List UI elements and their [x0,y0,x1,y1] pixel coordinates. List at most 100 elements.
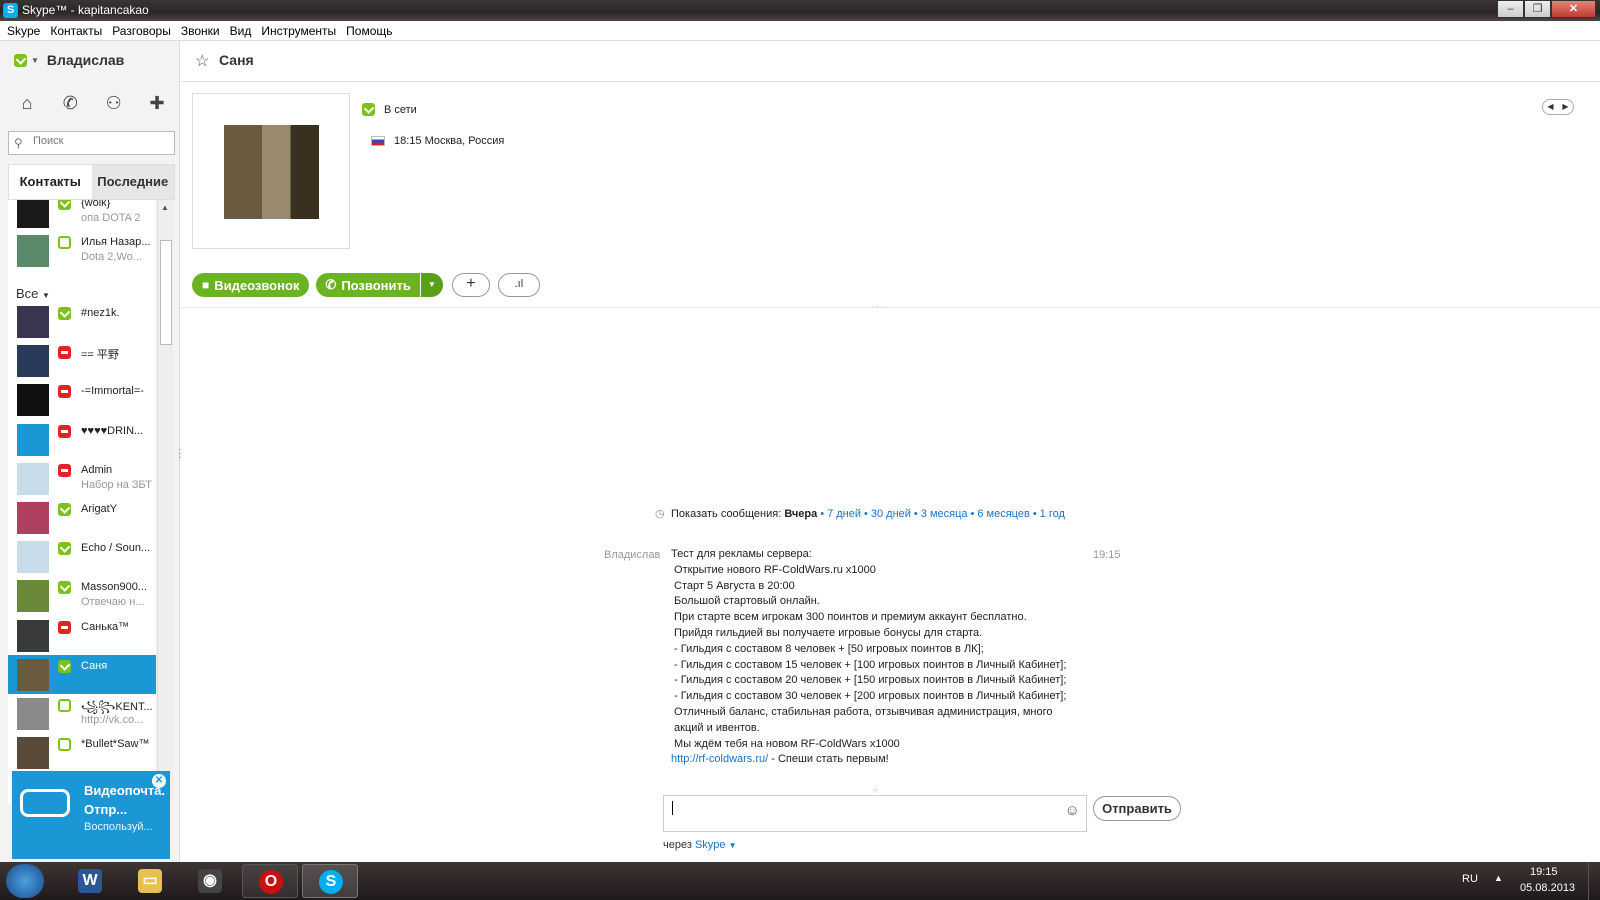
tab-contacts[interactable]: Контакты [9,165,92,199]
taskbar-skype[interactable]: S [302,864,358,898]
contact-name: Илья Назар... [81,236,151,248]
history-link-1-year[interactable]: 1 год [1040,508,1065,520]
taskbar-opera[interactable]: O [242,864,298,898]
message-time: 19:15 [1093,549,1121,561]
message-input[interactable]: ☺ [663,795,1087,832]
tab-recent[interactable]: Последние [91,165,174,199]
contact-row[interactable]: -=Immortal=- [8,380,156,419]
add-button[interactable]: + [451,273,490,297]
chevron-down-icon[interactable]: ▼ [729,841,737,850]
more-dots-icon[interactable]: ... [871,297,884,311]
video-camera-icon [20,789,70,817]
contact-avatar [17,619,49,652]
taskbar-explorer[interactable]: ▭ [122,864,178,898]
search-input[interactable] [33,135,168,147]
contact-row[interactable]: Masson900... Отвечаю н... [8,576,156,615]
contact-status-text: В сети [384,103,417,116]
contact-row[interactable]: Echo / Soun... [8,537,156,576]
emoticon-icon[interactable]: ☺ [1065,802,1080,819]
contact-row[interactable]: Санька™ [8,616,156,655]
contact-list-scrollbar[interactable]: ▲ ▼ [157,200,173,804]
contact-row[interactable]: Саня [8,654,156,694]
close-button[interactable]: ✕ [1551,0,1596,18]
scroll-up-arrow-icon[interactable]: ▲ [161,203,169,212]
my-profile[interactable]: ▼ Владислав [14,52,124,68]
online-status-icon [58,659,71,673]
via-skype-dropdown[interactable]: Skype [695,839,726,851]
history-link-30-days[interactable]: 30 дней [871,508,911,520]
contact-location-text: 18:15 Москва, Россия [394,135,505,147]
home-icon[interactable]: ⌂ [12,93,42,117]
menu-tools[interactable]: Инструменты [256,21,341,40]
menu-view[interactable]: Вид [225,21,257,40]
contact-name: ♥♥♥♥DRIN... [81,424,144,437]
message-link[interactable]: http://rf-coldwars.ru/ [671,753,768,765]
show-desktop-button[interactable] [1588,862,1600,900]
menu-help[interactable]: Помощь [341,21,397,40]
busy-status-icon [58,620,71,634]
history-link-3-months[interactable]: 3 месяца [921,508,968,520]
history-link-7-days[interactable]: 7 дней [827,508,861,520]
contact-row[interactable]: {wolk} опа DOTA 2 [8,200,156,231]
call-options-dropdown[interactable]: ▼ [420,273,443,297]
taskbar-steam[interactable]: ◉ [182,864,238,898]
contact-row[interactable]: == 平野 [8,341,156,380]
start-button[interactable] [6,864,44,898]
contact-row[interactable]: Илья Назар... Dota 2,Wo... [8,231,156,270]
add-contact-icon[interactable]: ✚ [142,93,172,117]
contact-row[interactable]: ♥♥♥♥DRIN... [8,420,156,459]
menu-calls[interactable]: Звонки [176,21,225,40]
language-indicator[interactable]: RU [1462,873,1478,885]
contact-name: Санька™ [81,620,130,633]
maximize-button[interactable]: ❐ [1524,0,1551,18]
clock-date[interactable]: 05.08.2013 [1520,882,1575,894]
online-status-icon[interactable] [14,53,27,67]
contact-status: В сети [362,103,417,116]
promo-title: Видеопочта. Отпр... [84,783,166,817]
quick-actions: ⌂ ✆ ⚇ ✚ [12,93,172,117]
menu-contacts[interactable]: Контакты [45,21,107,40]
history-link-6-months[interactable]: 6 месяцев [977,508,1029,520]
online-status-icon [58,307,71,320]
video-call-button[interactable]: ■ Видеозвонок [192,273,310,297]
clock-time[interactable]: 19:15 [1530,866,1558,878]
minimize-button[interactable]: – [1497,0,1524,18]
star-icon[interactable]: ☆ [195,51,209,71]
composer-resize-handle[interactable]: ○ [873,786,878,795]
arrow-left-icon[interactable]: ◀ [1543,100,1558,114]
contact-row[interactable]: *Bullet*Saw™ [8,733,156,772]
conversation-header: ☆ Саня [181,41,1600,82]
videomail-promo[interactable]: Видеопочта. Отпр... Воспользуй... ✕ [12,771,170,859]
taskbar-word[interactable]: W [62,864,118,898]
contact-mood: Отвечаю н... [81,596,145,609]
group-icon[interactable]: ⚇ [99,93,129,117]
contact-row[interactable]: ArigatY [8,498,156,537]
tray-arrow-icon[interactable]: ▲ [1494,873,1503,883]
message-body: Тест для рекламы сервера: Открытие новог… [671,547,1091,768]
contact-profile-picture[interactable] [192,93,350,249]
menu-conversations[interactable]: Разговоры [107,21,176,40]
text-cursor [672,801,673,815]
send-button[interactable]: Отправить [1093,796,1181,821]
contact-avatar [224,125,319,219]
scroll-thumb[interactable] [160,240,172,345]
menu-skype[interactable]: Skype [2,21,45,40]
contact-mood: опа DOTA 2 [81,212,141,224]
phone-icon[interactable]: ✆ [55,93,85,117]
call-button[interactable]: ✆ Позвонить [316,273,420,297]
contact-avatar [17,580,49,613]
contact-row[interactable]: Admin Набор на ЗБТ [8,459,156,498]
contact-row[interactable]: #nez1k. [8,302,156,341]
offline-status-icon [58,236,71,249]
contact-name: Echo / Soun... [81,542,151,555]
close-icon[interactable]: ✕ [152,774,166,788]
busy-status-icon [58,346,71,360]
contact-row[interactable]: ꧁꧂KENT... http://vk.co... [8,694,156,733]
arrow-right-icon[interactable]: ▶ [1558,100,1573,114]
search-box[interactable]: ⚲ [8,131,175,155]
call-quality-icon[interactable]: .ıl [497,273,540,297]
my-name[interactable]: Владислав [47,52,124,68]
call-actions: ■ Видеозвонок ✆ Позвонить ▼ + .ıl [192,273,548,297]
all-contacts-header[interactable]: Все ▼ [16,286,50,301]
chevron-down-icon[interactable]: ▼ [31,56,39,65]
